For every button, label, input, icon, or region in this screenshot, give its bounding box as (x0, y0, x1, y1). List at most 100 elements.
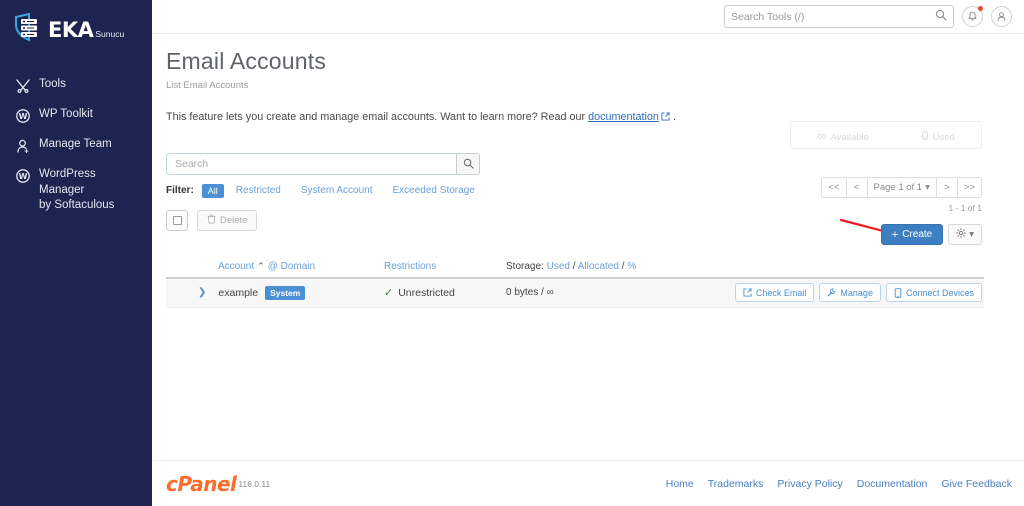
filter-row: Filter: All Restricted System Account Ex… (166, 183, 495, 198)
column-header-restrictions[interactable]: Restrictions (384, 261, 506, 272)
bell-icon (968, 11, 977, 21)
manage-team-icon (14, 138, 32, 153)
sidebar-item-label: Manage Team (39, 138, 112, 150)
sidebar-item-label: WP Toolkit (39, 108, 93, 120)
create-label: Create (902, 229, 933, 240)
page-prev-button[interactable]: < (846, 177, 868, 198)
used-value: 0 (921, 127, 929, 143)
filter-all[interactable]: All (201, 183, 224, 198)
cell-restrictions: ✓ Unrestricted (384, 286, 506, 300)
select-all-checkbox[interactable] (166, 209, 188, 231)
storage-allocated-link[interactable]: Allocated (578, 261, 619, 272)
global-search[interactable] (724, 5, 954, 28)
caret-down-icon: ▾ (969, 229, 974, 240)
search-input[interactable] (731, 10, 935, 23)
external-link-icon (661, 112, 670, 124)
chevron-right-icon[interactable]: ❯ (198, 287, 206, 298)
account-button[interactable] (991, 6, 1012, 27)
footer-link-give-feedback[interactable]: Give Feedback (941, 478, 1012, 490)
sidebar-nav: Tools W WP Toolkit Manage Team W WordPre… (0, 70, 152, 221)
at-icon: @ (267, 261, 278, 273)
filter-label: Filter: (166, 185, 194, 197)
brand-name: EKA (48, 18, 94, 42)
column-header-account[interactable]: Account ⌃ @ Domain (166, 261, 384, 272)
storage-percent-link[interactable]: % (627, 261, 636, 272)
mobile-icon (894, 287, 902, 298)
footer-link-privacy-policy[interactable]: Privacy Policy (777, 478, 842, 490)
brand-logo[interactable]: EKA Sunucu (0, 0, 152, 46)
account-search-input[interactable] (166, 152, 456, 175)
footer: cPanel 116.0.11 Home Trademarks Privacy … (152, 460, 1024, 506)
cell-actions: Check Email Manage Connect Devices (730, 283, 984, 303)
available-value: ∞ (817, 127, 827, 143)
storage-prefix: Storage: (506, 261, 544, 273)
settings-dropdown-button[interactable]: ▾ (948, 224, 982, 245)
shield-server-icon (12, 12, 46, 48)
search-icon[interactable] (935, 8, 947, 26)
sidebar-item-manage-team[interactable]: Manage Team (0, 130, 152, 160)
footer-links: Home Trademarks Privacy Policy Documenta… (652, 478, 1012, 490)
cell-account: ❯ example System (166, 285, 384, 300)
page-last-button[interactable]: >> (957, 177, 982, 198)
delete-button[interactable]: Delete (197, 209, 258, 231)
sidebar: EKA Sunucu Tools W WP Toolkit Manage Tea… (0, 0, 152, 506)
sidebar-item-wordpress-manager[interactable]: W WordPress Manager by Softaculous (0, 160, 152, 221)
filter-restricted[interactable]: Restricted (236, 185, 281, 196)
external-link-icon (743, 288, 752, 297)
available-stat: ∞ Available (817, 128, 869, 143)
storage-used-link[interactable]: Used (547, 261, 570, 272)
check-email-button[interactable]: Check Email (734, 283, 815, 303)
button-label: Connect Devices (905, 287, 974, 298)
plus-icon: + (891, 228, 899, 241)
used-stat: 0 Used (921, 128, 954, 143)
documentation-link[interactable]: documentation (588, 111, 659, 123)
storage-sep: / (572, 261, 576, 273)
main-area: Email Accounts List Email Accounts This … (152, 0, 1024, 506)
page-selector[interactable]: Page 1 of 1 ▾ (867, 177, 937, 198)
sidebar-item-label: Tools (39, 78, 66, 90)
account-search-button[interactable] (456, 152, 480, 175)
cell-storage: 0 bytes / ∞ (506, 287, 554, 299)
connect-devices-button[interactable]: Connect Devices (885, 283, 982, 303)
manage-button[interactable]: Manage (819, 283, 881, 303)
app-root: EKA Sunucu Tools W WP Toolkit Manage Tea… (0, 0, 1024, 506)
footer-link-home[interactable]: Home (666, 478, 694, 490)
page-next-button[interactable]: > (936, 177, 958, 198)
description-text: This feature lets you create and manage … (166, 110, 589, 123)
page-first-button[interactable]: << (821, 177, 847, 198)
topbar (152, 0, 1024, 34)
pagination-range: 1 - 1 of 1 (948, 203, 982, 213)
restrictions-value: Unrestricted (398, 286, 455, 299)
notification-badge (978, 6, 983, 11)
sidebar-item-tools[interactable]: Tools (0, 70, 152, 100)
sort-asc-icon: ⌃ (257, 261, 265, 272)
delete-label: Delete (220, 214, 248, 226)
svg-text:W: W (19, 172, 28, 181)
filter-exceeded-storage[interactable]: Exceeded Storage (393, 185, 475, 196)
email-accounts-table: Account ⌃ @ Domain Restrictions Storage: U… (166, 257, 984, 308)
wrench-icon (827, 288, 836, 297)
search-icon (463, 158, 474, 169)
page-subtitle: List Email Accounts (166, 79, 249, 91)
bulk-action-row: Delete (166, 209, 495, 231)
footer-link-trademarks[interactable]: Trademarks (708, 478, 764, 490)
column-header-storage: Storage: Used / Allocated / % (506, 261, 984, 272)
pagination: << < Page 1 of 1 ▾ > >> 1 - 1 of 1 (821, 177, 982, 213)
gear-icon (956, 228, 967, 241)
user-icon (997, 12, 1006, 21)
chevron-down-icon: ▾ (925, 182, 930, 193)
status-badge: System (265, 285, 306, 300)
notifications-button[interactable] (962, 6, 983, 27)
brand-suffix: Sunucu (95, 29, 125, 39)
create-button[interactable]: + Create (880, 224, 944, 245)
footer-link-documentation[interactable]: Documentation (857, 478, 928, 490)
create-actions: + Create ▾ (880, 224, 982, 245)
sidebar-item-wp-toolkit[interactable]: W WP Toolkit (0, 100, 152, 130)
table-row: ❯ example System ✓ Unrestricted 0 bytes … (166, 278, 984, 308)
domain-header-label: Domain (280, 261, 316, 273)
page-label: Page 1 of 1 (873, 182, 923, 193)
account-name: example (218, 286, 259, 299)
filter-system-account[interactable]: System Account (301, 185, 373, 196)
wordpress-icon: W (14, 108, 32, 123)
page-title: Email Accounts (166, 48, 327, 74)
